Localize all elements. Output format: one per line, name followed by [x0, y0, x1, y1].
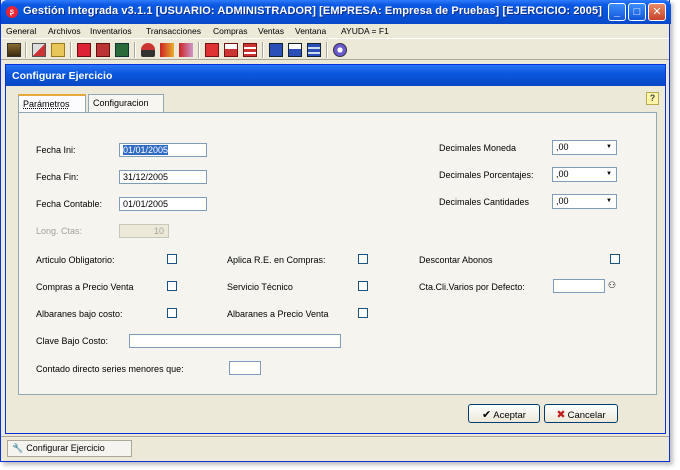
task-configurar-ejercicio[interactable]: 🔧 Configurar Ejercicio	[7, 440, 132, 457]
decimales-porcentajes-label: Decimales Porcentajes:	[439, 170, 534, 180]
decimales-cantidades-value: ,00	[556, 196, 569, 206]
toolbar-separator	[70, 42, 72, 58]
doc-red-icon[interactable]	[205, 43, 219, 57]
doc-blue-icon[interactable]	[269, 43, 283, 57]
app-logo-icon[interactable]: ʂ	[6, 6, 18, 18]
decimales-cantidades-select[interactable]: ,00 ▼	[552, 194, 617, 209]
decimales-moneda-select[interactable]: ,00 ▼	[552, 140, 617, 155]
fecha-ini-label: Fecha Ini:	[36, 145, 76, 155]
decimales-moneda-label: Decimales Moneda	[439, 143, 517, 153]
albaranes-bajo-costo-label: Albaranes bajo costo:	[36, 309, 123, 319]
doc-open-icon[interactable]	[224, 43, 238, 57]
report-f-icon[interactable]	[77, 43, 91, 57]
calculator-icon[interactable]	[7, 43, 21, 57]
aceptar-button[interactable]: ✔ Aceptar	[468, 404, 540, 423]
doc-stack-icon[interactable]	[288, 43, 302, 57]
menu-general[interactable]: General	[6, 26, 36, 36]
menu-bar: General Archivos Inventarios Transaccion…	[1, 24, 669, 38]
compras-precio-venta-checkbox[interactable]	[167, 281, 177, 291]
servicio-tecnico-checkbox[interactable]	[358, 281, 368, 291]
report-b-icon[interactable]	[115, 43, 129, 57]
payables-icon[interactable]	[160, 43, 174, 57]
decimales-porcentajes-select[interactable]: ,00 ▼	[552, 167, 617, 182]
long-ctas-label: Long. Ctas:	[36, 226, 83, 236]
aplica-re-compras-checkbox[interactable]	[358, 254, 368, 264]
articulo-obligatorio-label: Articulo Obligatorio:	[36, 255, 115, 265]
menu-ventas[interactable]: Ventas	[258, 26, 284, 36]
configurar-ejercicio-window: Configurar Ejercicio Parámetros Configur…	[5, 64, 666, 434]
toolbar-separator	[262, 42, 264, 58]
maximize-button[interactable]: □	[628, 3, 646, 21]
help-icon[interactable]: ?	[646, 92, 659, 105]
checkmark-icon: ✔	[482, 409, 492, 421]
status-bar: 🔧 Configurar Ejercicio	[1, 436, 669, 460]
chevron-down-icon[interactable]: ▼	[603, 142, 615, 153]
cta-cli-varios-input[interactable]	[553, 279, 605, 293]
compras-precio-venta-label: Compras a Precio Venta	[36, 282, 134, 292]
report-u-icon[interactable]	[96, 43, 110, 57]
fecha-ini-value: 01/01/2005	[123, 145, 169, 155]
toolbar-separator	[25, 42, 27, 58]
toolbar	[1, 38, 669, 60]
tab-configuracion[interactable]: Configuracion	[88, 94, 164, 112]
clave-bajo-costo-input[interactable]	[129, 334, 341, 348]
toolbar-separator	[134, 42, 136, 58]
servicio-tecnico-label: Servicio Técnico	[227, 282, 293, 292]
albaranes-precio-venta-checkbox[interactable]	[358, 308, 368, 318]
menu-ventana[interactable]: Ventana	[295, 26, 326, 36]
minimize-button[interactable]: _	[608, 3, 626, 21]
fecha-contable-label: Fecha Contable:	[36, 199, 103, 209]
doc-grid-icon[interactable]	[243, 43, 257, 57]
aceptar-label: Aceptar	[493, 410, 526, 421]
cross-icon: ✖	[556, 409, 566, 421]
wrench-icon: 🔧	[12, 443, 24, 453]
descontar-abonos-label: Descontar Abonos	[419, 255, 493, 265]
descontar-abonos-checkbox[interactable]	[610, 254, 620, 264]
dialog-title[interactable]: Configurar Ejercicio	[6, 65, 665, 86]
task-label: Configurar Ejercicio	[26, 443, 105, 453]
cancelar-button[interactable]: ✖ Cancelar	[544, 404, 618, 423]
aplica-re-compras-label: Aplica R.E. en Compras:	[227, 255, 326, 265]
toolbar-separator	[198, 42, 200, 58]
printer-settings-icon[interactable]	[32, 43, 46, 57]
main-window: ʂ Gestión Integrada v3.1.1 [USUARIO: ADM…	[0, 0, 671, 462]
tab-parametros-label: Parámetros	[23, 99, 70, 109]
window-title: Gestión Integrada v3.1.1 [USUARIO: ADMIN…	[23, 5, 602, 17]
albaranes-precio-venta-label: Albaranes a Precio Venta	[227, 309, 329, 319]
decimales-cantidades-label: Decimales Cantidades	[439, 197, 530, 207]
menu-compras[interactable]: Compras	[213, 26, 247, 36]
toolbar-separator	[326, 42, 328, 58]
receivables-icon[interactable]	[179, 43, 193, 57]
contado-directo-input[interactable]	[229, 361, 261, 375]
folder-icon[interactable]	[51, 43, 65, 57]
albaranes-bajo-costo-checkbox[interactable]	[167, 308, 177, 318]
parametros-panel: Fecha Ini: 01/01/2005 Fecha Fin: 31/12/2…	[18, 112, 657, 395]
articulo-obligatorio-checkbox[interactable]	[167, 254, 177, 264]
title-bar[interactable]: ʂ Gestión Integrada v3.1.1 [USUARIO: ADM…	[1, 0, 671, 24]
chevron-down-icon[interactable]: ▼	[603, 169, 615, 180]
contado-directo-label: Contado directo series menores que:	[36, 364, 184, 374]
transfer-icon[interactable]	[141, 43, 155, 57]
close-button[interactable]: ✕	[648, 3, 666, 21]
menu-ayuda[interactable]: AYUDA = F1	[341, 26, 389, 36]
cancelar-label: Cancelar	[567, 410, 606, 421]
tab-parametros[interactable]: Parámetros	[18, 94, 86, 113]
cta-cli-varios-label: Cta.Cli.Varios por Defecto:	[419, 282, 525, 292]
clave-bajo-costo-label: Clave Bajo Costo:	[36, 336, 109, 346]
menu-archivos[interactable]: Archivos	[48, 26, 81, 36]
fecha-fin-input[interactable]: 31/12/2005	[119, 170, 207, 184]
decimales-porcentajes-value: ,00	[556, 169, 569, 179]
fecha-fin-label: Fecha Fin:	[36, 172, 79, 182]
network-icon[interactable]	[333, 43, 347, 57]
fecha-contable-input[interactable]: 01/01/2005	[119, 197, 207, 211]
doc-window-icon[interactable]	[307, 43, 321, 57]
menu-transacciones[interactable]: Transacciones	[146, 26, 201, 36]
fecha-ini-input[interactable]: 01/01/2005	[119, 143, 207, 157]
binoculars-icon[interactable]: ⚇	[608, 280, 620, 290]
chevron-down-icon[interactable]: ▼	[603, 196, 615, 207]
decimales-moneda-value: ,00	[556, 142, 569, 152]
long-ctas-input: 10	[119, 224, 169, 238]
menu-inventarios[interactable]: Inventarios	[90, 26, 132, 36]
tab-configuracion-label: Configuracion	[93, 98, 149, 108]
